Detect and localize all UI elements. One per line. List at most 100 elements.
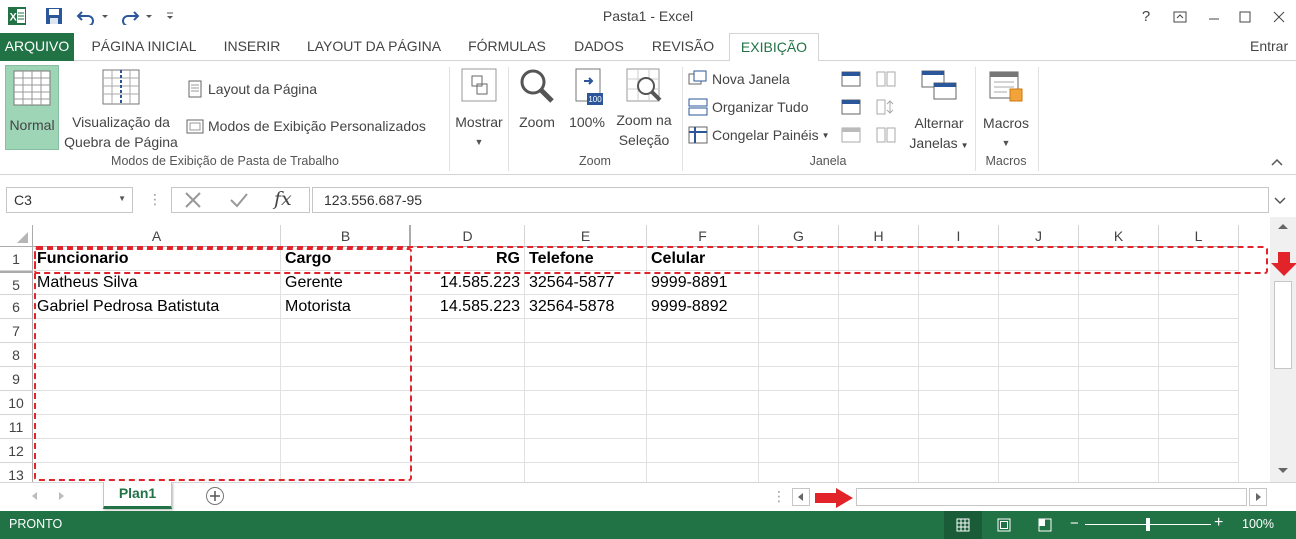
tab-formulas[interactable]: FÓRMULAS (458, 33, 556, 61)
row-header-11[interactable]: 11 (0, 415, 33, 439)
tab-exibicao[interactable]: EXIBIÇÃO (729, 33, 819, 62)
column-header-e[interactable]: E (525, 225, 647, 247)
custom-views-button[interactable]: Modos de Exibição Personalizados (186, 114, 426, 138)
cell-k7[interactable] (1079, 319, 1159, 343)
cell-i8[interactable] (919, 343, 999, 367)
sign-in-link[interactable]: Entrar (1250, 33, 1296, 61)
close-icon[interactable] (1262, 0, 1296, 33)
reset-window-position-icon[interactable] (876, 127, 896, 143)
formula-input[interactable]: 123.556.687-95 (312, 187, 1269, 213)
cell-g10[interactable] (759, 391, 839, 415)
cell-k11[interactable] (1079, 415, 1159, 439)
cell-h7[interactable] (839, 319, 919, 343)
sheet-scroll-left-icon[interactable] (30, 491, 38, 501)
normal-view-button[interactable]: Normal (5, 65, 59, 150)
vertical-scroll-thumb[interactable] (1274, 281, 1292, 369)
column-header-d[interactable]: D (411, 225, 525, 247)
cell-l10[interactable] (1159, 391, 1239, 415)
show-button[interactable]: Mostrar ▼ (453, 65, 505, 150)
page-break-status-icon[interactable] (1038, 518, 1052, 532)
cell-i12[interactable] (919, 439, 999, 463)
cell-e13[interactable] (525, 463, 647, 482)
cell-i13[interactable] (919, 463, 999, 482)
new-sheet-icon[interactable] (205, 486, 225, 506)
minimize-icon[interactable] (1197, 0, 1231, 33)
cell-l9[interactable] (1159, 367, 1239, 391)
cell-g5[interactable] (759, 271, 839, 295)
collapse-ribbon-icon[interactable] (1271, 157, 1283, 167)
sheet-scroll-right-icon[interactable] (58, 491, 66, 501)
hscroll-right-icon[interactable] (1249, 488, 1267, 506)
cell-j13[interactable] (999, 463, 1079, 482)
cell-d13[interactable] (411, 463, 525, 482)
column-header-l[interactable]: L (1159, 225, 1239, 247)
cell-h8[interactable] (839, 343, 919, 367)
worksheet-grid[interactable]: ABDEFGHIJKL 1 Funcionario Cargo RG Telefone C… (0, 225, 1270, 482)
cell-h5[interactable] (839, 271, 919, 295)
switch-windows-button[interactable]: Alternar Janelas ▼ (906, 65, 972, 151)
cell-j10[interactable] (999, 391, 1079, 415)
tab-arquivo[interactable]: ARQUIVO (0, 33, 74, 61)
hscroll-left-icon[interactable] (792, 488, 810, 506)
column-header-b[interactable]: B (281, 225, 411, 247)
cell-h12[interactable] (839, 439, 919, 463)
cell-d5[interactable]: 14.585.223 (411, 271, 525, 295)
cell-d9[interactable] (411, 367, 525, 391)
cell-f11[interactable] (647, 415, 759, 439)
cell-g7[interactable] (759, 319, 839, 343)
cell-j11[interactable] (999, 415, 1079, 439)
cell-l13[interactable] (1159, 463, 1239, 482)
cell-k8[interactable] (1079, 343, 1159, 367)
name-box[interactable]: C3 ▼ (6, 187, 133, 213)
cell-j12[interactable] (999, 439, 1079, 463)
cell-l7[interactable] (1159, 319, 1239, 343)
tab-inserir[interactable]: INSERIR (214, 33, 290, 61)
cell-i11[interactable] (919, 415, 999, 439)
cell-j9[interactable] (999, 367, 1079, 391)
column-header-a[interactable]: A (33, 225, 281, 247)
cell-i10[interactable] (919, 391, 999, 415)
cell-e5[interactable]: 32564-5877 (525, 271, 647, 295)
tab-layout-da-pagina[interactable]: LAYOUT DA PÁGINA (298, 33, 450, 61)
cell-g8[interactable] (759, 343, 839, 367)
cell-k12[interactable] (1079, 439, 1159, 463)
synchronous-scrolling-icon[interactable] (876, 99, 896, 115)
cell-j6[interactable] (999, 295, 1079, 319)
freeze-panes-button[interactable]: Congelar Painéis ▼ (688, 123, 830, 147)
cell-f7[interactable] (647, 319, 759, 343)
row-header-6[interactable]: 6 (0, 295, 33, 319)
cancel-icon[interactable] (184, 192, 202, 208)
normal-view-status-button[interactable] (944, 511, 982, 539)
name-box-dropdown-icon[interactable]: ▼ (118, 194, 126, 203)
new-window-button[interactable]: Nova Janela (688, 67, 790, 91)
insert-function-button[interactable]: fx (274, 188, 292, 210)
horizontal-scroll-thumb[interactable] (856, 488, 1247, 506)
cell-h9[interactable] (839, 367, 919, 391)
row-header-10[interactable]: 10 (0, 391, 33, 415)
tab-dados[interactable]: DADOS (562, 33, 636, 61)
column-header-f[interactable]: F (647, 225, 759, 247)
zoom-to-selection-button[interactable]: Zoom na Seleção (610, 65, 678, 150)
cell-h11[interactable] (839, 415, 919, 439)
hidden-column-c-marker[interactable] (409, 225, 411, 247)
column-header-i[interactable]: I (919, 225, 999, 247)
cell-d7[interactable] (411, 319, 525, 343)
cell-h6[interactable] (839, 295, 919, 319)
expand-formula-bar-icon[interactable] (1274, 197, 1286, 205)
help-button[interactable]: ? (1129, 0, 1163, 33)
cell-g9[interactable] (759, 367, 839, 391)
cell-k9[interactable] (1079, 367, 1159, 391)
maximize-icon[interactable] (1228, 0, 1262, 33)
row-header-13[interactable]: 13 (0, 463, 33, 482)
cell-k5[interactable] (1079, 271, 1159, 295)
row-header-12[interactable]: 12 (0, 439, 33, 463)
cell-l11[interactable] (1159, 415, 1239, 439)
tab-pagina-inicial[interactable]: PÁGINA INICIAL (80, 33, 208, 61)
cell-g12[interactable] (759, 439, 839, 463)
column-header-g[interactable]: G (759, 225, 839, 247)
cell-i5[interactable] (919, 271, 999, 295)
cell-f13[interactable] (647, 463, 759, 482)
arrange-all-button[interactable]: Organizar Tudo (688, 95, 809, 119)
tab-split-grip-icon[interactable]: ⋮ (772, 488, 786, 505)
column-header-j[interactable]: J (999, 225, 1079, 247)
